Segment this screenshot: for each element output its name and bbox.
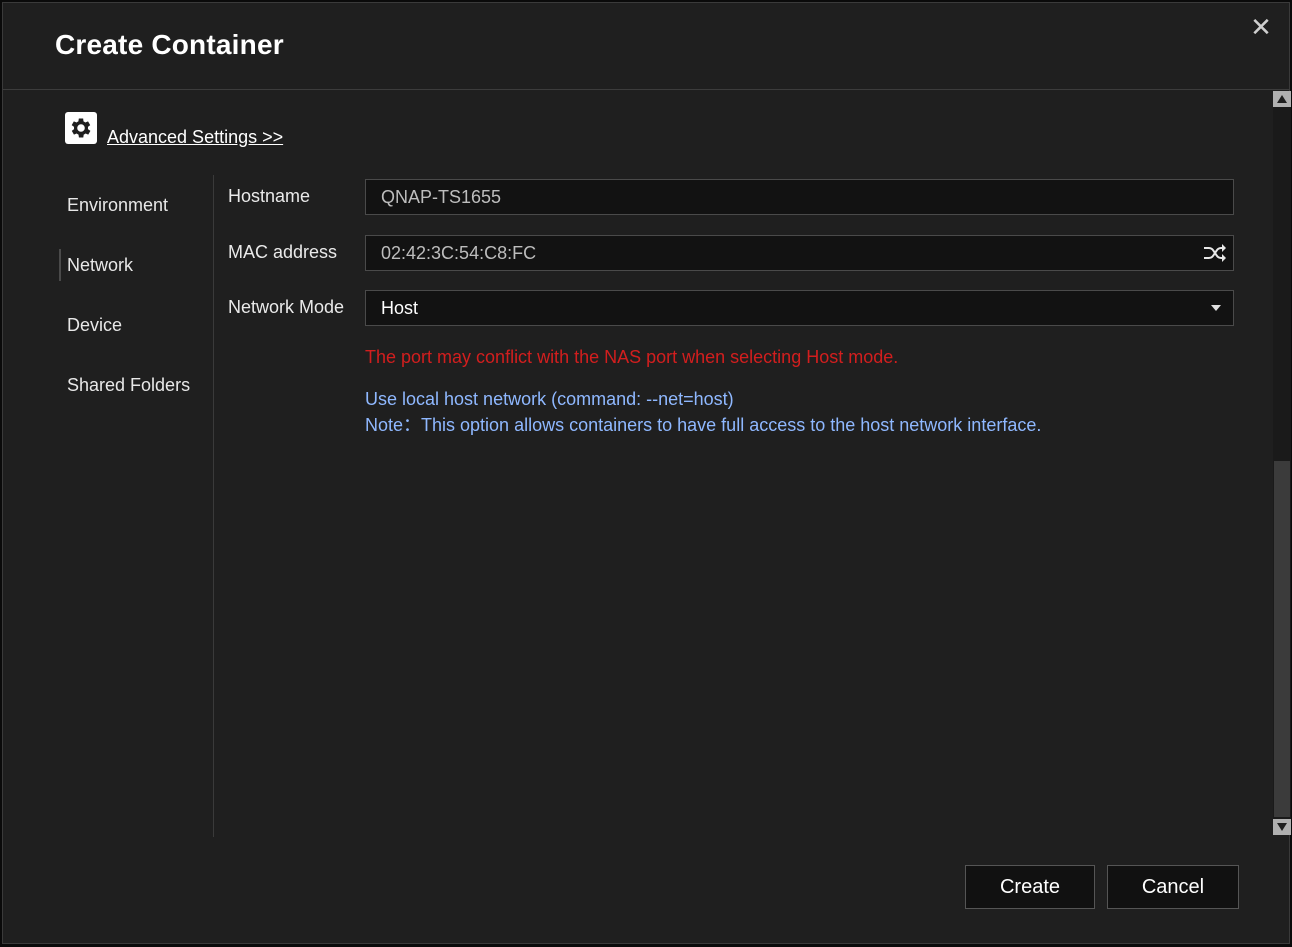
network-mode-select[interactable]: Host [365, 290, 1234, 326]
mac-address-label: MAC address [228, 242, 338, 262]
mac-address-input[interactable] [381, 242, 1181, 264]
sidebar-item-device[interactable]: Device [67, 315, 122, 336]
sidebar-item-network[interactable]: Network [58, 249, 133, 281]
header-divider [3, 89, 1289, 90]
chevron-down-icon [1211, 305, 1221, 311]
scroll-up-arrow-icon[interactable] [1273, 91, 1291, 107]
hostname-input[interactable] [381, 186, 1181, 208]
create-button[interactable]: Create [965, 865, 1095, 909]
scrollbar[interactable] [1273, 91, 1291, 835]
cancel-button[interactable]: Cancel [1107, 865, 1239, 909]
gear-icon[interactable] [65, 112, 97, 144]
hostname-label: Hostname [228, 186, 311, 206]
hostname-field-box [365, 179, 1234, 215]
scrollbar-thumb[interactable] [1274, 461, 1290, 817]
sidebar-item-shared-folders[interactable]: Shared Folders [67, 375, 190, 396]
advanced-settings: Advanced Settings >> [65, 110, 283, 147]
sidebar-item-environment[interactable]: Environment [67, 195, 168, 216]
host-network-info: Use local host network (command: --net=h… [365, 389, 734, 409]
sidebar: Environment Network Device Shared Folder… [58, 175, 214, 837]
advanced-settings-link[interactable]: Advanced Settings >> [107, 127, 283, 148]
host-mode-warning: The port may conflict with the NAS port … [365, 347, 899, 367]
dialog-title: Create Container [55, 29, 284, 60]
scroll-down-arrow-icon[interactable] [1273, 819, 1291, 835]
host-network-note: Note：This option allows containers to ha… [365, 415, 1042, 435]
close-icon[interactable]: ✕ [1247, 13, 1275, 41]
network-mode-value: Host [381, 297, 419, 318]
network-mode-label: Network Mode [228, 297, 345, 317]
mac-address-field-box [365, 235, 1234, 271]
shuffle-icon[interactable] [1203, 242, 1227, 264]
create-container-dialog: Create Container ✕ Advanced Settings >> … [2, 2, 1291, 944]
